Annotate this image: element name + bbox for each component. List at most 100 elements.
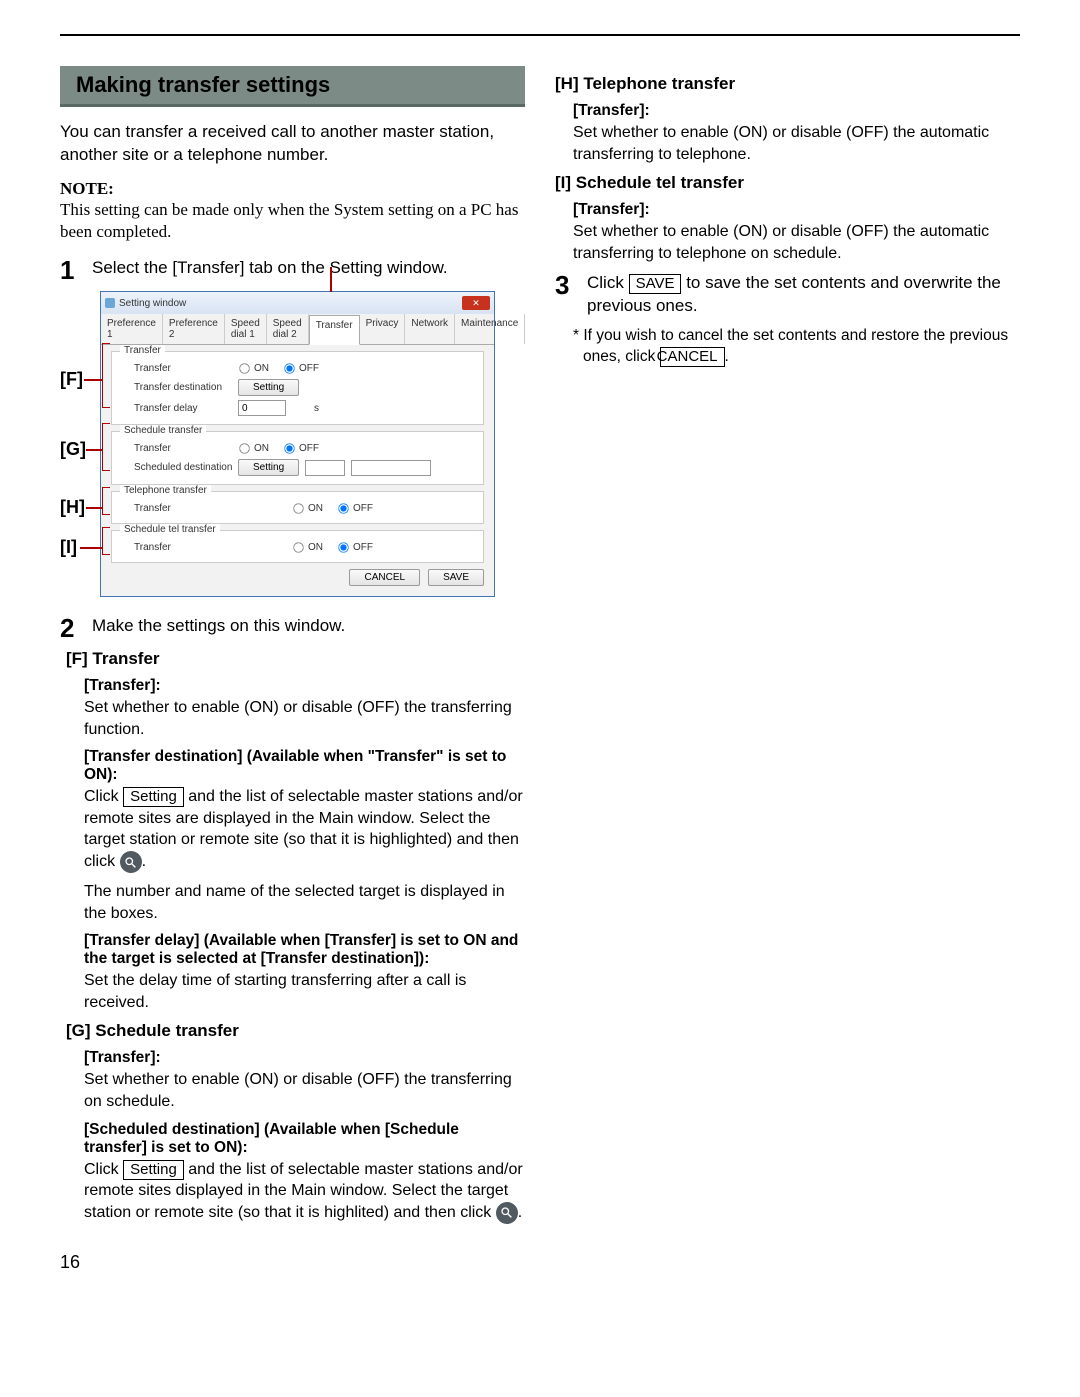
radio-transfer-off[interactable]: OFF: [283, 362, 319, 375]
text: .: [518, 1204, 522, 1221]
transfer-delay-input[interactable]: [238, 400, 286, 416]
subhead-F: [F] Transfer: [66, 649, 525, 669]
F-dest-text: Click Setting and the list of selectable…: [84, 786, 525, 873]
tab-preference1[interactable]: Preference 1: [101, 314, 163, 344]
callout-G-line: [86, 449, 102, 451]
I-transfer-label: [Transfer]:: [573, 201, 1020, 219]
callout-I: [I]: [60, 537, 77, 558]
unit-seconds: s: [314, 403, 319, 414]
app-icon: [105, 298, 115, 308]
step-2-text: Make the settings on this window.: [92, 615, 525, 638]
radio-on-label: ON: [308, 542, 323, 553]
text: .: [142, 853, 146, 870]
magnify-icon: [496, 1202, 518, 1224]
save-inline-button: SAVE: [629, 274, 682, 294]
text: * If you wish to cancel the set contents…: [573, 327, 1008, 365]
bracket-F: [102, 343, 110, 408]
radio-off-label: OFF: [299, 363, 319, 374]
step-number-1: 1: [60, 257, 92, 283]
step-3-text: Click SAVE to save the set contents and …: [587, 272, 1020, 318]
callout-F-line: [84, 379, 102, 381]
setting-button[interactable]: Setting: [238, 459, 299, 476]
step-3-note: * If you wish to cancel the set contents…: [583, 326, 1020, 368]
tab-speeddial2[interactable]: Speed dial 2: [267, 314, 309, 344]
tab-privacy[interactable]: Privacy: [360, 314, 406, 344]
label-transfer: Transfer: [120, 363, 238, 374]
sched-dest-input1[interactable]: [305, 460, 345, 476]
callout-H: [H]: [60, 497, 85, 518]
radio-on-label: ON: [254, 363, 269, 374]
page-number: 16: [60, 1252, 1020, 1273]
F-delay-label: [Transfer delay] (Available when [Transf…: [84, 932, 525, 968]
subhead-G: [G] Schedule transfer: [66, 1021, 525, 1041]
F-dest-label: [Transfer destination] (Available when "…: [84, 748, 525, 784]
radio-schedule-off[interactable]: OFF: [283, 442, 319, 455]
H-transfer-text: Set whether to enable (ON) or disable (O…: [573, 122, 1020, 165]
group-telephone-transfer: Telephone transfer Transfer ON OFF: [111, 491, 484, 524]
tab-transfer[interactable]: Transfer: [309, 315, 360, 345]
setting-inline-button: Setting: [123, 1160, 184, 1180]
magnify-icon: [120, 851, 142, 873]
group-schedule-tel-transfer: Schedule tel transfer Transfer ON OFF: [111, 530, 484, 563]
callout-G: [G]: [60, 439, 86, 460]
note-text: This setting can be made only when the S…: [60, 199, 525, 243]
callout-I-line: [80, 547, 102, 549]
group-tel-legend: Telephone transfer: [120, 485, 211, 496]
I-transfer-text: Set whether to enable (ON) or disable (O…: [573, 221, 1020, 264]
label-tel-transfer: Transfer: [120, 503, 292, 514]
F-dest-text2: The number and name of the selected targ…: [84, 881, 525, 924]
cancel-button[interactable]: CANCEL: [349, 569, 420, 586]
radio-off-label: OFF: [299, 443, 319, 454]
tab-network[interactable]: Network: [405, 314, 455, 344]
window-title: Setting window: [119, 298, 462, 309]
tab-bar: Preference 1 Preference 2 Speed dial 1 S…: [101, 314, 494, 345]
G-transfer-label: [Transfer]:: [84, 1049, 525, 1067]
group-transfer: Transfer Transfer ON OFF Transfer destin…: [111, 351, 484, 425]
note-label: NOTE:: [60, 179, 525, 199]
bracket-I: [102, 527, 110, 555]
text: .: [725, 348, 729, 365]
subhead-I: [I] Schedule tel transfer: [555, 173, 1020, 193]
text: Click: [84, 788, 123, 805]
F-transfer-text: Set whether to enable (ON) or disable (O…: [84, 697, 525, 740]
radio-transfer-on[interactable]: ON: [238, 362, 269, 375]
radio-tel-off[interactable]: OFF: [337, 502, 373, 515]
top-rule: [60, 34, 1020, 36]
save-button[interactable]: SAVE: [428, 569, 484, 586]
tab-preference2[interactable]: Preference 2: [163, 314, 225, 344]
label-scheduled-destination: Scheduled destination: [120, 462, 238, 473]
label-schedule-transfer: Transfer: [120, 443, 238, 454]
radio-off-label: OFF: [353, 503, 373, 514]
radio-off-label: OFF: [353, 542, 373, 553]
radio-tel-on[interactable]: ON: [292, 502, 323, 515]
group-schedule-transfer: Schedule transfer Transfer ON OFF Schedu…: [111, 431, 484, 485]
radio-on-label: ON: [254, 443, 269, 454]
radio-sched-tel-on[interactable]: ON: [292, 541, 323, 554]
radio-schedule-on[interactable]: ON: [238, 442, 269, 455]
step-number-2: 2: [60, 615, 92, 641]
radio-on-label: ON: [308, 503, 323, 514]
text: Click: [84, 1161, 123, 1178]
F-delay-text: Set the delay time of starting transferr…: [84, 970, 525, 1013]
G-transfer-text: Set whether to enable (ON) or disable (O…: [84, 1069, 525, 1112]
tab-maintenance[interactable]: Maintenance: [455, 314, 525, 344]
subhead-H: [H] Telephone transfer: [555, 74, 1020, 94]
G-dest-text: Click Setting and the list of selectable…: [84, 1159, 525, 1224]
label-sched-tel-transfer: Transfer: [120, 542, 292, 553]
bracket-H: [102, 487, 110, 515]
close-icon[interactable]: ✕: [462, 296, 490, 310]
callout-F: [F]: [60, 369, 83, 390]
intro-text: You can transfer a received call to anot…: [60, 121, 525, 167]
sched-dest-input2[interactable]: [351, 460, 431, 476]
window-titlebar: Setting window ✕: [101, 292, 494, 314]
G-dest-label: [Scheduled destination] (Available when …: [84, 1121, 525, 1157]
cancel-inline-button: CANCEL: [660, 347, 725, 367]
section-heading: Making transfer settings: [60, 66, 525, 107]
group-schedule-legend: Schedule transfer: [120, 425, 206, 436]
tab-speeddial1[interactable]: Speed dial 1: [225, 314, 267, 344]
F-transfer-label: [Transfer]:: [84, 677, 525, 695]
setting-inline-button: Setting: [123, 787, 184, 807]
step-number-3: 3: [555, 272, 587, 298]
radio-sched-tel-off[interactable]: OFF: [337, 541, 373, 554]
setting-button[interactable]: Setting: [238, 379, 299, 396]
